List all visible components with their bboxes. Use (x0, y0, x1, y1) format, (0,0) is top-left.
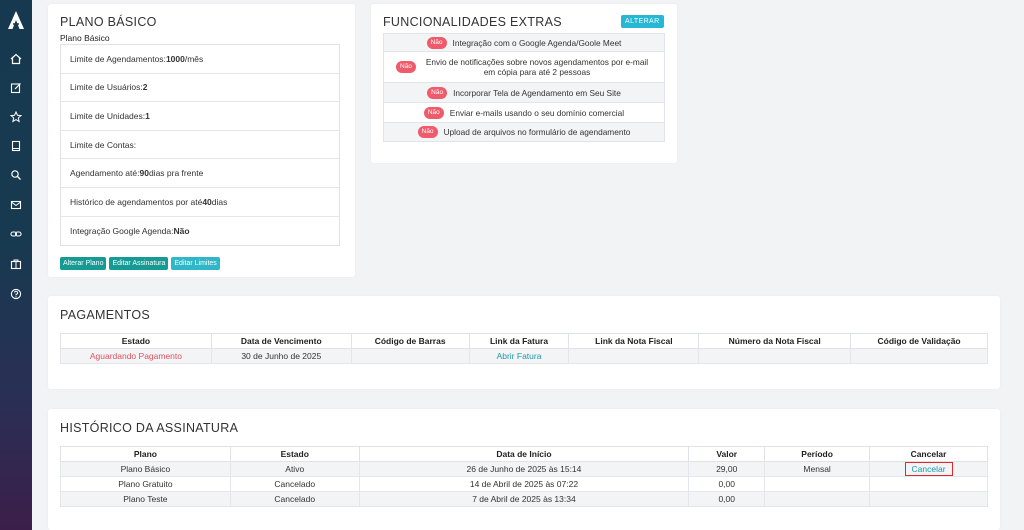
column-header: Valor (688, 446, 766, 462)
limit-historico: Histórico de agendamentos por até 40 dia… (61, 188, 339, 217)
table-header-row: Estado Data de Vencimento Código de Barr… (60, 333, 988, 349)
payments-card: PAGAMENTOS Estado Data de Vencimento Cód… (48, 296, 1000, 389)
start-date: 14 de Abril de 2025 às 07:22 (358, 476, 690, 492)
feature-item: Não Envio de notificações sobre novos age… (383, 52, 665, 83)
table-row: Plano Gratuito Cancelado 14 de Abril de … (60, 476, 988, 492)
feature-item: Não Enviar e-mails usando o seu domínio c… (383, 103, 665, 123)
invoice-number (698, 348, 852, 364)
limit-unidades: Limite de Unidades: 1 (61, 102, 339, 131)
plan-value: 0,00 (688, 476, 766, 492)
column-header: Link da Fatura (468, 333, 570, 349)
column-header: Data de Vencimento (210, 333, 352, 349)
column-header: Período (764, 446, 871, 462)
star-icon[interactable] (8, 109, 24, 125)
plan-status: Ativo (229, 461, 360, 477)
column-header: Código de Validação (850, 333, 988, 349)
table-row: Plano Teste Cancelado 7 de Abril de 2025… (60, 491, 988, 507)
payments-table: Estado Data de Vencimento Código de Barr… (60, 333, 988, 364)
alterar-plano-button[interactable]: Alterar Plano (60, 257, 107, 270)
edit-icon[interactable] (8, 80, 24, 96)
search-icon[interactable] (8, 167, 24, 183)
barcode (350, 348, 470, 364)
column-header: Código de Barras (350, 333, 470, 349)
invoice-link (568, 348, 700, 364)
cancel-cell: Cancelar (869, 461, 988, 477)
history-card: HISTÓRICO DA ASSINATURA Plano Estado Dat… (48, 409, 1000, 530)
due-date: 30 de Junho de 2025 (210, 348, 352, 364)
validation-code (850, 348, 988, 364)
column-header: Data de Início (358, 446, 690, 462)
limit-agendamentos: Limite de Agendamentos: 1000/mês (61, 45, 339, 74)
start-date: 26 de Junho de 2025 às 15:14 (358, 461, 690, 477)
extras-title: FUNCIONALIDADES EXTRAS (383, 15, 562, 29)
history-table: Plano Estado Data de Início Valor Períod… (60, 446, 988, 507)
limit-agendamento-ate: Agendamento até: 90 dias pra frente (61, 159, 339, 188)
plan-actions: Alterar Plano Editar Assinatura Editar L… (60, 257, 220, 270)
feature-item: Não Upload de arquivos no formulário de a… (383, 123, 665, 142)
abrir-fatura-link[interactable]: Abrir Fatura (468, 348, 570, 364)
status-badge: Não (396, 61, 416, 73)
plan-card: PLANO BÁSICO Plano Básico Limite de Agen… (48, 4, 355, 277)
plan-status: Cancelado (229, 476, 360, 492)
help-icon[interactable] (8, 286, 24, 302)
cancelar-button[interactable]: Cancelar (904, 462, 953, 476)
feature-item: Não Integração com o Google Agenda/Goole … (383, 33, 665, 52)
column-header: Número da Nota Fiscal (698, 333, 852, 349)
status-badge: Não (427, 86, 448, 99)
sidebar (0, 0, 32, 530)
column-header: Plano (60, 446, 231, 462)
mail-icon[interactable] (8, 197, 24, 213)
table-header-row: Plano Estado Data de Início Valor Períod… (60, 446, 988, 462)
plan-title: PLANO BÁSICO (60, 15, 157, 29)
features-list: Não Integração com o Google Agenda/Goole … (383, 33, 665, 142)
plan-name: Plano Gratuito (60, 476, 231, 492)
table-row: Plano Básico Ativo 26 de Junho de 2025 à… (60, 461, 988, 477)
status-badge: Não (426, 36, 447, 49)
table-row: Aguardando Pagamento 30 de Junho de 2025… (60, 348, 988, 364)
limit-usuarios: Limite de Usuários: 2 (61, 74, 339, 103)
logo-a-icon[interactable] (7, 10, 25, 30)
limit-google-agenda: Integração Google Agenda: Não (70, 225, 190, 236)
plan-subtitle: Plano Básico (60, 33, 110, 43)
column-header: Estado (60, 333, 212, 349)
plan-limits-list: Limite de Agendamentos: 1000/mês Limite … (60, 44, 340, 247)
editar-assinatura-button[interactable]: Editar Assinatura (109, 257, 169, 270)
briefcase-icon[interactable] (8, 256, 24, 272)
plan-name: Plano Básico (60, 461, 231, 477)
editar-limites-button[interactable]: Editar Limites (171, 257, 220, 270)
book-icon[interactable] (8, 138, 24, 154)
plan-period (764, 476, 871, 492)
link-icon[interactable] (8, 226, 24, 242)
status-badge: Não (417, 126, 438, 138)
status-badge: Não (423, 106, 444, 119)
feature-item: Não Incorporar Tela de Agendamento em Seu… (383, 83, 665, 103)
cancel-cell (869, 476, 988, 492)
extras-card: FUNCIONALIDADES EXTRAS ALTERAR Não Integr… (371, 4, 677, 163)
plan-period: Mensal (764, 461, 871, 477)
plan-name: Plano Teste (60, 491, 231, 507)
plan-value: 29,00 (688, 461, 766, 477)
plan-value: 0,00 (688, 491, 766, 507)
column-header: Estado (229, 446, 360, 462)
history-title: HISTÓRICO DA ASSINATURA (60, 421, 239, 435)
home-icon[interactable] (8, 51, 24, 67)
column-header: Cancelar (869, 446, 988, 462)
limit-contas: Limite de Contas: (61, 131, 339, 160)
cancel-cell (869, 491, 988, 507)
payments-title: PAGAMENTOS (60, 308, 151, 322)
column-header: Link da Nota Fiscal (568, 333, 700, 349)
plan-status: Cancelado (229, 491, 360, 507)
payment-status: Aguardando Pagamento (60, 348, 212, 364)
plan-period (764, 491, 871, 507)
alterar-extras-button[interactable]: ALTERAR (621, 15, 664, 28)
start-date: 7 de Abril de 2025 às 13:34 (358, 491, 690, 507)
